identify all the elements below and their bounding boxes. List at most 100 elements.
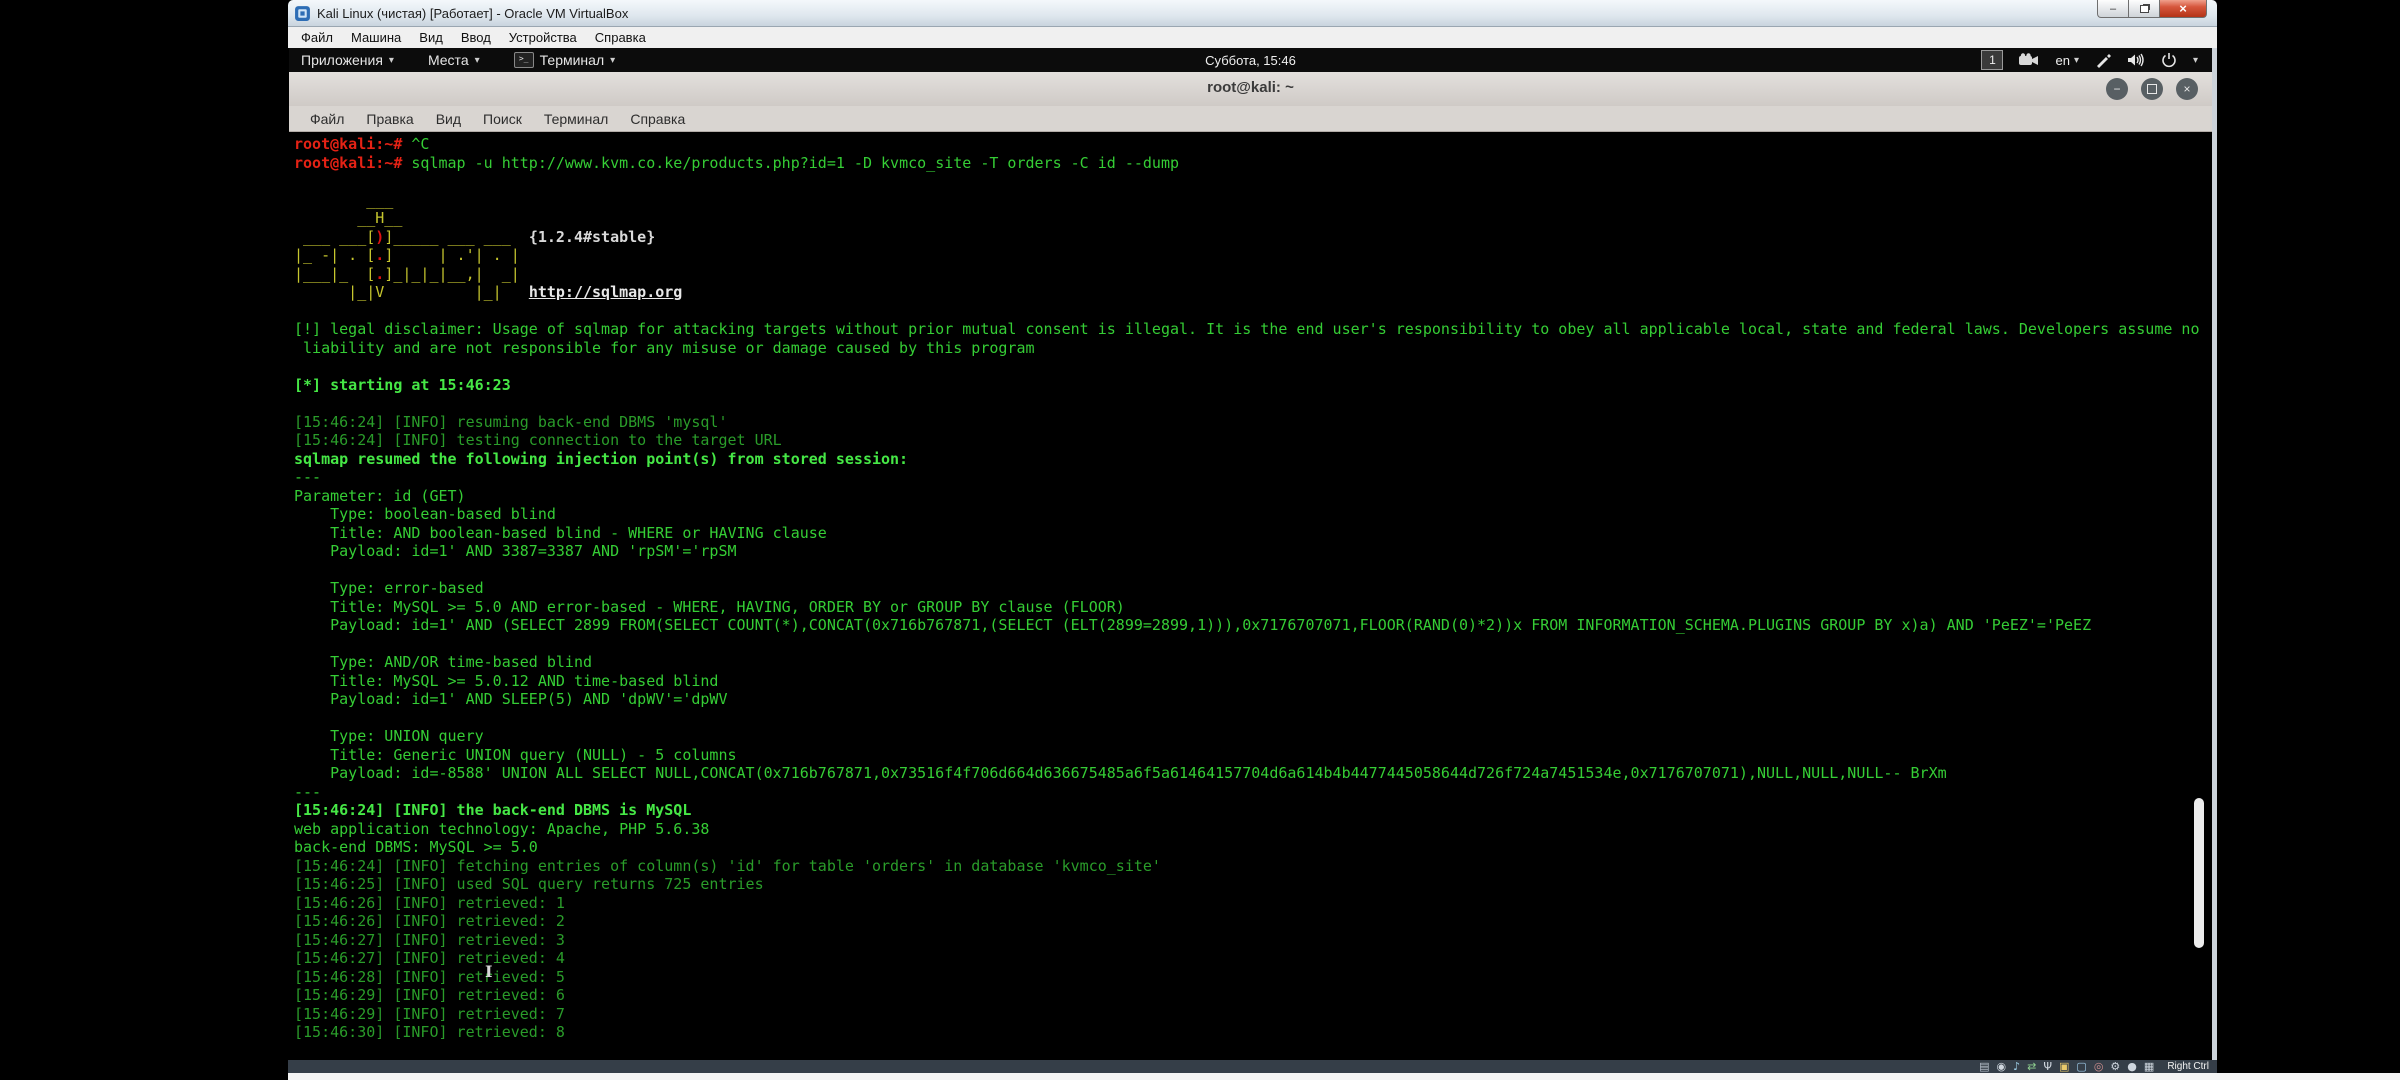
chevron-down-icon: ▾ <box>389 55 394 66</box>
terminal-menu-item-1[interactable]: Правка <box>355 109 424 129</box>
terminal-line: [15:46:27] [INFO] retrieved: 3 <box>294 931 2212 950</box>
vbox-menu-item-4[interactable]: Устройства <box>500 28 586 47</box>
usb-icon[interactable]: Ψ <box>2043 1061 2052 1072</box>
optical-disk-icon[interactable]: ◉ <box>1996 1061 2006 1072</box>
mouse-icon[interactable]: ● <box>2127 1061 2137 1072</box>
terminal-minimize-button[interactable]: − <box>2106 78 2128 100</box>
virtualbox-logo-icon <box>294 5 311 22</box>
terminal-line: Title: AND boolean-based blind - WHERE o… <box>294 524 2212 543</box>
terminal-line: Type: boolean-based blind <box>294 505 2212 524</box>
terminal-text-span: --- <box>294 468 321 486</box>
vbox-statusbar: ▤ ◉ ♪ ⇄ Ψ ▣ ▢ ◎ ⚙ ● ▦ Right Ctrl <box>288 1060 2217 1073</box>
keyboard-layout-label: en <box>2055 53 2069 68</box>
power-icon[interactable] <box>2161 52 2177 68</box>
kali-top-panel: Приложения▾ Места ▾ >_Терминал▾ Суббота, 15… <box>289 48 2212 73</box>
shared-folders-icon[interactable]: ▣ <box>2059 1061 2069 1072</box>
host-taskbar-strip <box>288 1073 2400 1080</box>
vbox-menu-item-1[interactable]: Машина <box>342 28 410 47</box>
audio-icon[interactable]: ♪ <box>2013 1061 2020 1072</box>
terminal-text-span: {1.2.4#stable} <box>529 228 655 246</box>
terminal-text-span: Title: Generic UNION query (NULL) - 5 co… <box>294 746 737 764</box>
terminal-maximize-button[interactable] <box>2141 78 2163 100</box>
panel-item-label: Места <box>428 52 469 68</box>
terminal-menu-item-0[interactable]: Файл <box>299 109 355 129</box>
terminal-line: [!] legal disclaimer: Usage of sqlmap fo… <box>294 320 2212 339</box>
terminal-text-span: ) <box>375 228 384 246</box>
terminal-line: [*] starting at 15:46:23 <box>294 376 2212 395</box>
terminal-line: |___|_ [.]_|_|_|__,| _| <box>294 265 2212 284</box>
terminal-close-button[interactable]: × <box>2176 78 2198 100</box>
terminal-text-span: [*] starting at 15:46:23 <box>294 376 511 394</box>
vbox-menu-item-3[interactable]: Ввод <box>452 28 500 47</box>
terminal-line: [15:46:29] [INFO] retrieved: 6 <box>294 986 2212 1005</box>
host-key-label: Right Ctrl <box>2167 1061 2209 1072</box>
terminal-text-span: Type: AND/OR time-based blind <box>294 653 592 671</box>
vbox-menu-item-5[interactable]: Справка <box>586 28 655 47</box>
vbox-menu-item-0[interactable]: Файл <box>292 28 342 47</box>
terminal-text-span: [15:46:27] [INFO] retrieved: 4 <box>294 949 565 967</box>
terminal-title: root@kali: ~ <box>1207 79 1294 96</box>
hard-disk-icon[interactable]: ▤ <box>1979 1061 1989 1072</box>
terminal-scrollbar[interactable] <box>2194 798 2204 948</box>
terminal-text-span: http://sqlmap.org <box>529 283 683 301</box>
panel-clock[interactable]: Суббота, 15:46 <box>1205 53 1296 68</box>
terminal-text-span: . <box>375 265 384 283</box>
terminal-output[interactable]: root@kali:~# ^Croot@kali:~# sqlmap -u ht… <box>289 132 2212 1060</box>
terminal-text-span: Type: UNION query <box>294 727 484 745</box>
chevron-down-icon: ▾ <box>2074 55 2079 66</box>
terminal-titlebar[interactable]: root@kali: ~ − × <box>289 72 2212 107</box>
vbox-menu-item-2[interactable]: Вид <box>410 28 452 47</box>
panel-item-1[interactable]: Места ▾ <box>428 52 480 68</box>
terminal-line: [15:46:25] [INFO] used SQL query returns… <box>294 875 2212 894</box>
panel-menu-chevron-icon[interactable]: ▾ <box>2193 55 2198 66</box>
terminal-text-span: Type: error-based <box>294 579 484 597</box>
terminal-text-span: [15:46:30] [INFO] retrieved: 8 <box>294 1023 565 1041</box>
terminal-menu-item-2[interactable]: Вид <box>425 109 472 129</box>
terminal-menu-item-5[interactable]: Справка <box>619 109 696 129</box>
volume-icon[interactable] <box>2127 53 2145 67</box>
recording-icon[interactable]: ◎ <box>2094 1061 2104 1072</box>
close-button[interactable]: × <box>2160 0 2207 18</box>
screenshot-stage: Kali Linux (чистая) [Работает] - Oracle … <box>0 0 2400 1080</box>
terminal-text-span: Title: AND boolean-based blind - WHERE o… <box>294 524 827 542</box>
terminal-line: Type: error-based <box>294 579 2212 598</box>
vm-right-border <box>2212 48 2217 1060</box>
terminal-menu-item-3[interactable]: Поиск <box>472 109 533 129</box>
features-icon[interactable]: ⚙ <box>2110 1061 2120 1072</box>
terminal-line: sqlmap resumed the following injection p… <box>294 450 2212 469</box>
terminal-text-span: [15:46:26] [INFO] retrieved: 1 <box>294 894 565 912</box>
terminal-line: [15:46:24] [INFO] fetching entries of co… <box>294 857 2212 876</box>
restore-button[interactable] <box>2129 0 2160 18</box>
terminal-text-span: . <box>375 246 384 264</box>
terminal-menu-item-4[interactable]: Терминал <box>533 109 619 129</box>
terminal-line: root@kali:~# sqlmap -u http://www.kvm.co… <box>294 154 2212 173</box>
vbox-titlebar[interactable]: Kali Linux (чистая) [Работает] - Oracle … <box>288 0 2217 27</box>
terminal-text-span: __H__ <box>294 209 402 227</box>
terminal-text-span: root@kali:~# <box>294 135 411 153</box>
panel-item-0[interactable]: Приложения▾ <box>301 52 394 68</box>
terminal-line: --- <box>294 783 2212 802</box>
terminal-text-span: [15:46:24] [INFO] fetching entries of co… <box>294 857 1161 875</box>
minimize-button[interactable]: – <box>2097 0 2129 18</box>
network-icon[interactable]: ⇄ <box>2027 1061 2036 1072</box>
terminal-line: Payload: id=1' AND 3387=3387 AND 'rpSM'=… <box>294 542 2212 561</box>
keyboard-icon[interactable]: ▦ <box>2144 1061 2154 1072</box>
terminal-text-span: Parameter: id (GET) <box>294 487 466 505</box>
terminal-text-span: [!] legal disclaimer: Usage of sqlmap fo… <box>294 320 2200 338</box>
chevron-down-icon: ▾ <box>475 55 480 66</box>
terminal-text-span: [15:46:24] [INFO] the back-end DBMS is M… <box>294 801 691 819</box>
camera-icon[interactable] <box>2019 53 2039 67</box>
terminal-text-span: [15:46:29] [INFO] retrieved: 6 <box>294 986 565 1004</box>
terminal-text-span: ___ ___[ <box>294 228 375 246</box>
display-icon[interactable]: ▢ <box>2076 1061 2086 1072</box>
pen-icon[interactable] <box>2095 52 2111 68</box>
terminal-text-span: sqlmap resumed the following injection p… <box>294 450 908 468</box>
panel-item-2[interactable]: >_Терминал▾ <box>514 52 616 68</box>
terminal-text-span: [15:46:27] [INFO] retrieved: 3 <box>294 931 565 949</box>
terminal-text-span: |___|_ [ <box>294 265 375 283</box>
keyboard-layout-indicator[interactable]: en ▾ <box>2055 53 2079 68</box>
workspace-indicator[interactable]: 1 <box>1981 50 2003 70</box>
terminal-line <box>294 709 2212 728</box>
terminal-text-span: Payload: id=1' AND SLEEP(5) AND 'dpWV'='… <box>294 690 727 708</box>
terminal-line: |_ -| . [.] | .'| . | <box>294 246 2212 265</box>
